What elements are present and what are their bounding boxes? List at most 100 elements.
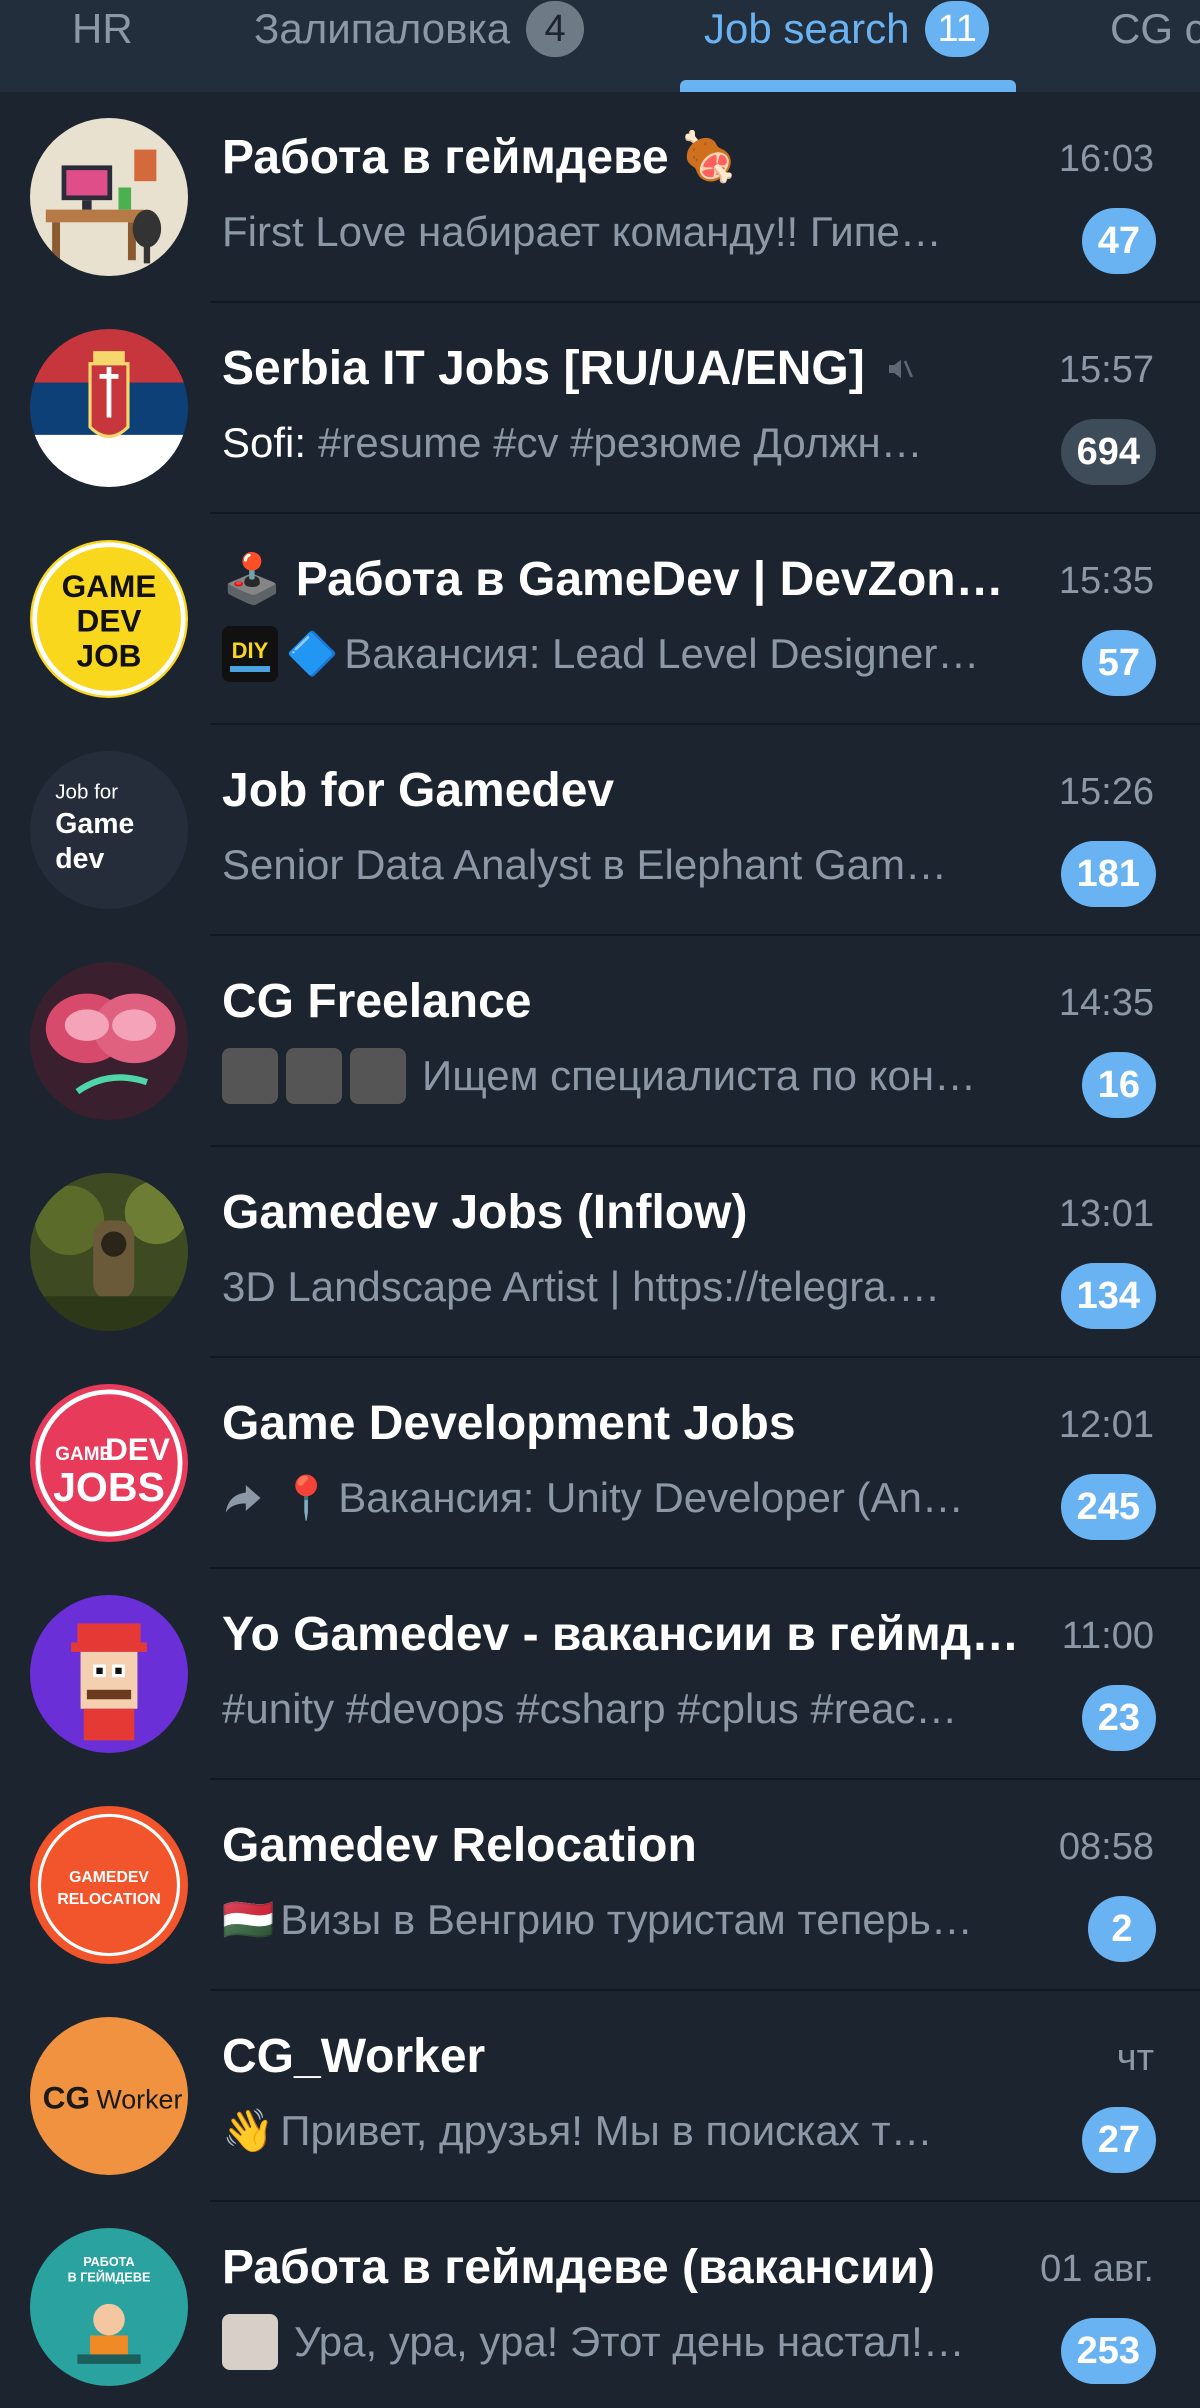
- unread-badge: 57: [1081, 630, 1156, 696]
- chat-preview: 👋 Привет, друзья! Мы в поисках т…: [222, 2103, 1042, 2159]
- chat-title-text: Работа в геймдеве (вакансии): [222, 2241, 935, 2294]
- avatar-text: RELOCATION: [57, 1891, 160, 1908]
- chat-item[interactable]: CG Freelance 14:35 Ищем специалиста по к…: [0, 936, 1200, 1147]
- chat-title-text: Работа в GameDev | DevZone…: [295, 553, 1022, 606]
- hungary-flag-icon: 🇭🇺: [222, 1896, 275, 1943]
- image-thumbnail: [350, 1048, 406, 1104]
- folder-tabs: HR Залипаловка 4 Job search 11 CG c: [0, 0, 1200, 92]
- chat-item[interactable]: РАБОТА В ГЕЙМДЕВЕ Работа в геймдеве (вак…: [0, 2202, 1200, 2408]
- tab-job-search[interactable]: Job search 11: [704, 0, 989, 92]
- chat-preview-text: Ура, ура, ура! Этот день настал!…: [294, 2318, 965, 2365]
- chat-preview-text: Senior Data Analyst в Elephant Gam…: [222, 841, 948, 888]
- cg-freelance-avatar: [30, 962, 188, 1120]
- chat-time: 15:57: [1058, 349, 1154, 391]
- unread-badge: 16: [1081, 1052, 1156, 1118]
- image-thumbnail: [286, 1048, 342, 1104]
- chat-title: Serbia IT Jobs [RU/UA/ENG]: [222, 341, 1022, 397]
- chat-title: Game Development Jobs: [222, 1396, 1022, 1452]
- tab-unread-badge: 11: [925, 1, 989, 57]
- cg-worker-avatar: CG Worker: [30, 2017, 188, 2175]
- muted-icon: [888, 359, 913, 379]
- chat-preview-text: #resume #cv #резюме Должн…: [318, 419, 923, 466]
- chat-title-text: Gamedev Relocation: [222, 1819, 697, 1872]
- chat-item[interactable]: GAME DEV JOBS Game Development Jobs 12:0…: [0, 1358, 1200, 1569]
- forward-icon: [225, 1485, 261, 1513]
- tab-zalipalovka[interactable]: Залипаловка 4: [254, 0, 585, 92]
- chat-title-text: CG_Worker: [222, 2030, 486, 2083]
- chat-preview: 3D Landscape Artist | https://telegra.…: [222, 1259, 1042, 1315]
- gamedev-jobs-avatar: GAME DEV JOBS: [30, 1384, 188, 1542]
- chat-preview-text: Визы в Венгрию туристам теперь…: [280, 1896, 973, 1943]
- chat-title: Gamedev Relocation: [222, 1818, 1022, 1874]
- pin-icon: 📍: [280, 1474, 333, 1521]
- avatar-text: Worker: [96, 2085, 182, 2115]
- chat-title: Работа в геймдеве 🍖: [222, 130, 1022, 186]
- chat-preview-text: 3D Landscape Artist | https://telegra.…: [222, 1263, 941, 1310]
- chat-preview-text: Ищем специалиста по кон…: [422, 1052, 977, 1099]
- tab-label: Job search: [704, 5, 910, 52]
- chat-preview-text: Привет, друзья! Мы в поисках т…: [280, 2107, 933, 2154]
- avatar-text: GAME: [62, 568, 157, 604]
- tab-label: CG c: [1110, 5, 1200, 52]
- chat-time: 12:01: [1058, 1404, 1154, 1446]
- avatar-text: DEV: [77, 603, 142, 639]
- tab-hr[interactable]: HR: [72, 0, 133, 92]
- unread-badge: 253: [1060, 2318, 1156, 2384]
- serbia-flag-avatar: [30, 329, 188, 487]
- forest-avatar: [30, 1173, 188, 1331]
- chat-item[interactable]: Serbia IT Jobs [RU/UA/ENG] 15:57 Sofi: #…: [0, 303, 1200, 514]
- chat-preview: Senior Data Analyst в Elephant Gam…: [222, 837, 1042, 893]
- chat-time: 15:35: [1058, 560, 1154, 602]
- chat-item[interactable]: GAME DEV JOB 🕹️ Работа в GameDev | DevZo…: [0, 514, 1200, 725]
- chat-time: 14:35: [1058, 982, 1154, 1024]
- chat-item[interactable]: Job for Game dev Job for Gamedev 15:26 S…: [0, 725, 1200, 936]
- chat-title-text: Yo Gamedev - вакансии в геймд…: [222, 1608, 1020, 1661]
- chat-time: чт: [1116, 2037, 1154, 2079]
- chat-preview: Sofi: #resume #cv #резюме Должн…: [222, 415, 1042, 471]
- avatar-text: РАБОТА: [83, 2255, 134, 2269]
- chat-time: 01 авг.: [1040, 2248, 1154, 2290]
- avatar-text: dev: [55, 843, 104, 875]
- chat-time: 11:00: [1061, 1615, 1154, 1657]
- unread-badge: 23: [1081, 1685, 1156, 1751]
- avatar-text: GAMEDEV: [69, 1869, 149, 1886]
- chat-title: Yo Gamedev - вакансии в геймд…: [222, 1607, 1022, 1663]
- image-thumbnail: [222, 2314, 278, 2370]
- chat-preview: #unity #devops #csharp #cplus #reac…: [222, 1681, 1042, 1737]
- unread-badge: 245: [1060, 1474, 1156, 1540]
- tab-cg[interactable]: CG c: [1110, 0, 1200, 92]
- avatar-text: JOBS: [53, 1464, 165, 1510]
- unread-badge: 27: [1081, 2107, 1156, 2173]
- chat-item[interactable]: GAMEDEV RELOCATION Gamedev Relocation 08…: [0, 1780, 1200, 1991]
- diy-projects-thumbnail: DIY: [222, 626, 278, 682]
- chat-time: 08:58: [1058, 1826, 1154, 1868]
- message-sender: Sofi:: [222, 419, 307, 466]
- unread-badge: 694: [1060, 419, 1156, 485]
- chat-title-text: Job for Gamedev: [222, 764, 615, 817]
- chat-preview: Ищем специалиста по кон…: [222, 1048, 1042, 1104]
- pixel-character-avatar: [30, 1595, 188, 1753]
- tab-label: HR: [72, 5, 133, 52]
- chat-title: 🕹️ Работа в GameDev | DevZone…: [222, 552, 1022, 608]
- chat-preview: First Love набирает команду!! Гипе…: [222, 204, 1042, 260]
- tab-unread-badge: 4: [526, 1, 585, 57]
- chat-title: Gamedev Jobs (Inflow): [222, 1185, 1022, 1241]
- active-tab-indicator: [680, 80, 1016, 92]
- chat-item[interactable]: CG Worker CG_Worker чт 👋 Привет, друзья!…: [0, 1991, 1200, 2202]
- avatar-text: GAME: [55, 1444, 112, 1465]
- chat-time: 13:01: [1058, 1193, 1154, 1235]
- chat-title-text: Game Development Jobs: [222, 1397, 796, 1450]
- chat-item[interactable]: Yo Gamedev - вакансии в геймд… 11:00 #un…: [0, 1569, 1200, 1780]
- tab-label: Залипаловка: [254, 5, 511, 52]
- chat-item[interactable]: Работа в геймдеве 🍖 16:03 First Love наб…: [0, 92, 1200, 303]
- chat-preview: 🇭🇺 Визы в Венгрию туристам теперь…: [222, 1892, 1042, 1948]
- chat-preview-text: Вакансия: Lead Level Designer…: [344, 630, 980, 677]
- chat-item[interactable]: Gamedev Jobs (Inflow) 13:01 3D Landscape…: [0, 1147, 1200, 1358]
- gamedev-relocation-avatar: GAMEDEV RELOCATION: [30, 1806, 188, 1964]
- unread-badge: 47: [1081, 208, 1156, 274]
- joystick-icon: 🕹️: [222, 553, 282, 606]
- chat-preview: 📍 Вакансия: Unity Developer (An…: [222, 1470, 1042, 1526]
- meat-icon: 🍖: [678, 131, 739, 184]
- blue-diamond-icon: 🔷: [286, 630, 339, 677]
- workspace-avatar: [30, 118, 188, 276]
